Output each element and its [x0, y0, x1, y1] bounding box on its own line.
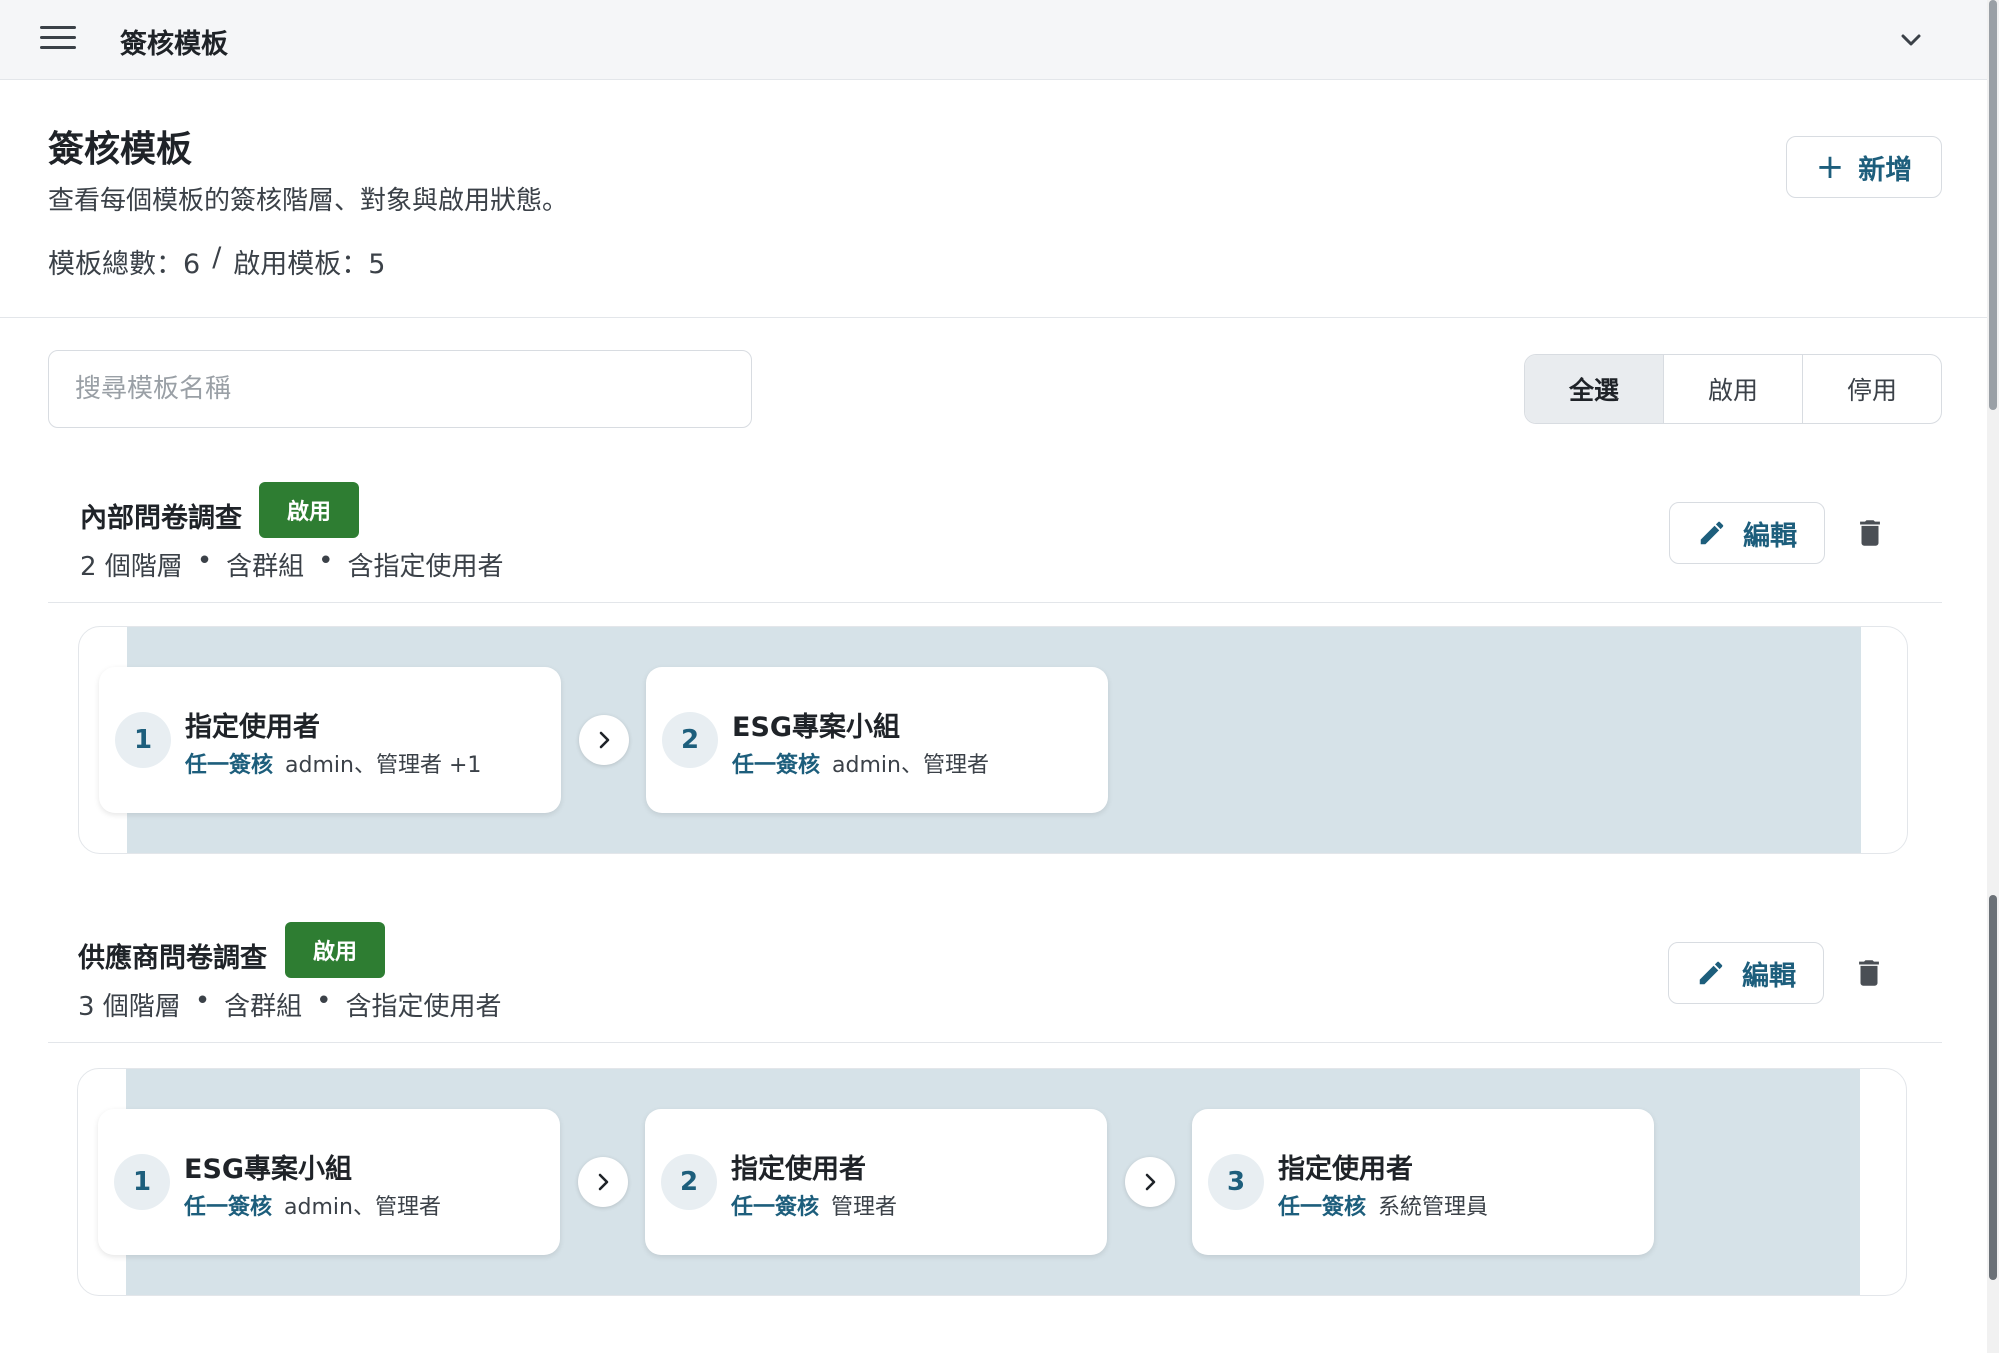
template-name: 內部問卷調查	[80, 503, 242, 534]
step-detail: 任一簽核 系統管理員	[1278, 1189, 1488, 1221]
step-members: admin、管理者	[832, 753, 989, 778]
topbar-title: 簽核模板	[120, 29, 228, 60]
section-divider	[0, 317, 1987, 318]
approval-step: 3 指定使用者 任一簽核 系統管理員	[1192, 1109, 1654, 1255]
step-members: 系統管理員	[1378, 1195, 1489, 1220]
approval-step: 1 ESG專案小組 任一簽核 admin、管理者	[98, 1109, 560, 1255]
edit-button[interactable]: 編輯	[1668, 942, 1824, 1004]
chevron-right-icon	[578, 1157, 628, 1207]
step-number: 3	[1208, 1154, 1264, 1210]
step-rule: 任一簽核	[1278, 1195, 1367, 1220]
approval-step: 2 ESG專案小組 任一簽核 admin、管理者	[646, 667, 1108, 813]
step-rule: 任一簽核	[732, 753, 821, 778]
chevron-right-icon	[579, 715, 629, 765]
step-detail: 任一簽核 管理者	[731, 1189, 897, 1221]
status-badge: 啟用	[285, 922, 385, 978]
status-badge: 啟用	[259, 482, 359, 538]
filter-active[interactable]: 啟用	[1663, 355, 1802, 423]
approval-flow: 1 指定使用者 任一簽核 admin、管理者 +1 2 ESG專案小組 任一簽核…	[78, 626, 1908, 854]
template-card: 內部問卷調查 啟用 2 個階層 • 含群組 • 含指定使用者 編輯 1 指定使用…	[48, 482, 1942, 882]
meta-users: 含指定使用者	[345, 992, 502, 1022]
trash-icon[interactable]	[1847, 950, 1891, 996]
edit-button[interactable]: 編輯	[1669, 502, 1825, 564]
template-divider	[48, 602, 1942, 603]
step-members: admin、管理者	[284, 1195, 441, 1220]
page-subtitle: 查看每個模板的簽核階層、對象與啟用狀態。	[48, 186, 569, 216]
step-members: admin、管理者 +1	[285, 753, 482, 778]
meta-group: 含群組	[226, 552, 305, 582]
filter-inactive[interactable]: 停用	[1802, 355, 1941, 423]
template-name: 供應商問卷調查	[78, 943, 267, 974]
search-input[interactable]	[48, 350, 752, 428]
template-card: 供應商問卷調查 啟用 3 個階層 • 含群組 • 含指定使用者 編輯 1 ESG…	[48, 922, 1942, 1322]
step-title: 指定使用者	[185, 712, 320, 743]
step-number: 2	[661, 1154, 717, 1210]
step-title: ESG專案小組	[184, 1154, 353, 1185]
meta-dot: •	[318, 546, 334, 576]
edit-button-label: 編輯	[1742, 960, 1796, 992]
stats-total: 模板總數：6	[48, 249, 201, 280]
pencil-icon	[1700, 521, 1724, 545]
step-rule: 任一簽核	[731, 1195, 820, 1220]
step-rule: 任一簽核	[185, 753, 274, 778]
plus-icon: +	[1815, 147, 1845, 187]
approval-step: 2 指定使用者 任一簽核 管理者	[645, 1109, 1107, 1255]
template-stats: 模板總數：6 / 啟用模板：5	[48, 242, 385, 281]
step-number: 2	[662, 712, 718, 768]
meta-levels: 3 個階層	[78, 992, 181, 1022]
approval-flow: 1 ESG專案小組 任一簽核 admin、管理者 2 指定使用者 任一簽核 管理…	[77, 1068, 1907, 1296]
menu-icon[interactable]	[40, 26, 76, 54]
meta-levels: 2 個階層	[80, 552, 183, 582]
scrollbar[interactable]	[1987, 0, 1999, 1353]
status-filter: 全選 啟用 停用	[1524, 354, 1942, 424]
chevron-right-icon	[1125, 1157, 1175, 1207]
stats-active: 啟用模板：5	[233, 249, 386, 280]
template-divider	[48, 1042, 1942, 1043]
step-title: ESG專案小組	[732, 712, 901, 743]
meta-dot: •	[194, 986, 211, 1016]
step-rule: 任一簽核	[184, 1195, 273, 1220]
edit-button-label: 編輯	[1743, 520, 1797, 552]
meta-dot: •	[316, 986, 332, 1016]
step-members: 管理者	[831, 1195, 898, 1220]
page-title: 簽核模板	[48, 129, 193, 170]
meta-users: 含指定使用者	[347, 552, 504, 582]
template-meta: 2 個階層 • 含群組 • 含指定使用者	[80, 546, 504, 583]
add-button-label: 新增	[1858, 154, 1913, 186]
app-root: 簽核模板 簽核模板 查看每個模板的簽核階層、對象與啟用狀態。 模板總數：6 / …	[0, 0, 1999, 1353]
meta-dot: •	[196, 546, 213, 576]
step-detail: 任一簽核 admin、管理者	[184, 1189, 441, 1221]
step-title: 指定使用者	[1278, 1154, 1413, 1185]
step-number: 1	[114, 1154, 170, 1210]
add-template-button[interactable]: + 新增	[1786, 136, 1942, 198]
scrollbar-thumb[interactable]	[1989, 895, 1997, 1280]
template-meta: 3 個階層 • 含群組 • 含指定使用者	[78, 986, 502, 1023]
meta-group: 含群組	[224, 992, 303, 1022]
scrollbar-thumb[interactable]	[1989, 0, 1997, 410]
step-detail: 任一簽核 admin、管理者	[732, 747, 989, 779]
chevron-down-icon[interactable]	[1897, 26, 1925, 54]
step-title: 指定使用者	[731, 1154, 866, 1185]
step-number: 1	[115, 712, 171, 768]
trash-icon[interactable]	[1848, 510, 1892, 556]
approval-step: 1 指定使用者 任一簽核 admin、管理者 +1	[99, 667, 561, 813]
filter-all[interactable]: 全選	[1525, 355, 1663, 423]
pencil-icon	[1699, 961, 1723, 985]
top-bar: 簽核模板	[0, 0, 1999, 80]
stats-separator: /	[212, 242, 222, 273]
step-detail: 任一簽核 admin、管理者 +1	[185, 747, 481, 779]
